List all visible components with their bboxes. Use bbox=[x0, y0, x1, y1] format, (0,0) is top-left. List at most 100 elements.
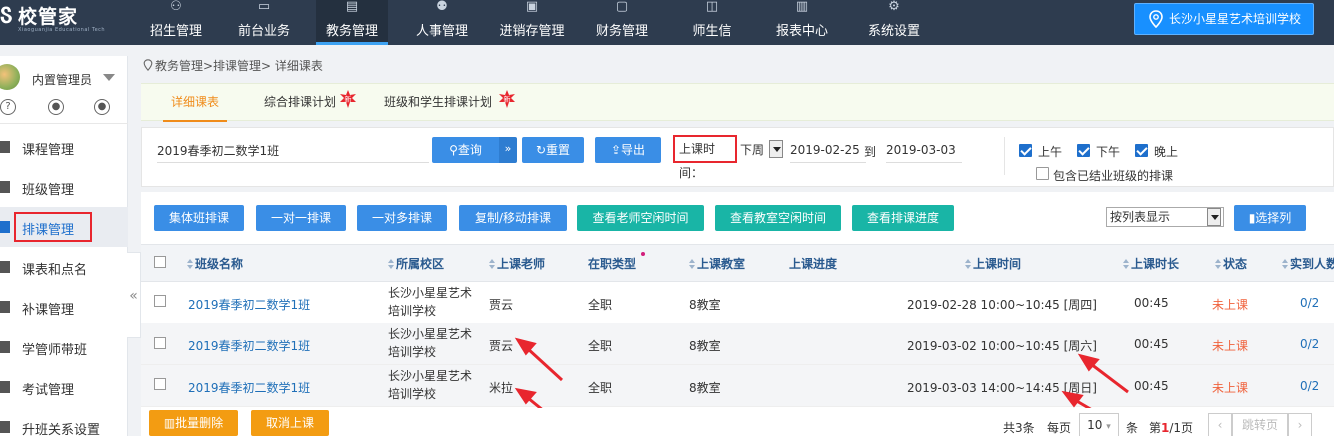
school-selector-button[interactable]: 长沙小星星艺术培训学校 bbox=[1134, 3, 1314, 35]
column-header-employment[interactable]: 在职类型 bbox=[588, 255, 636, 272]
prev-page-button[interactable]: ‹ bbox=[1208, 413, 1232, 436]
message-icon[interactable]: ● bbox=[94, 99, 110, 115]
row-checkbox[interactable] bbox=[154, 378, 166, 390]
column-header-campus[interactable]: 所属校区 bbox=[388, 255, 444, 272]
class-name-link[interactable]: 2019春季初二数学1班 bbox=[188, 296, 310, 313]
column-header-teacher[interactable]: 上课老师 bbox=[489, 255, 545, 272]
query-options-chevron-icon[interactable]: » bbox=[499, 137, 517, 163]
column-header-duration[interactable]: 上课时长 bbox=[1123, 255, 1179, 272]
one-to-many-schedule-button[interactable]: 一对多排课 bbox=[357, 205, 447, 231]
total-count: 共3条 bbox=[1003, 421, 1035, 435]
to-label: 到 bbox=[864, 145, 877, 159]
help-icon[interactable]: ? bbox=[0, 99, 16, 115]
employment-cell: 全职 bbox=[588, 339, 613, 353]
nav-item-academic[interactable]: ▤ 教务管理 bbox=[316, 0, 388, 45]
location-pin-icon bbox=[1149, 10, 1163, 28]
copy-move-schedule-button[interactable]: 复制/移动排课 bbox=[459, 205, 567, 231]
campus-cell: 长沙小星星艺术 培训学校 bbox=[388, 327, 473, 359]
jump-page-button[interactable]: 跳转页 bbox=[1232, 413, 1288, 436]
column-header-room[interactable]: 上课教室 bbox=[689, 255, 745, 272]
sidebar: 内置管理员 ? ● ● 课程管理 班级管理 排课管理 课表和点名 补课管理 学管… bbox=[0, 56, 128, 436]
batch-delete-button[interactable]: ▥批量删除 bbox=[149, 410, 238, 436]
exam-icon bbox=[0, 381, 10, 393]
next-page-button[interactable]: › bbox=[1288, 413, 1312, 436]
user-add-icon: ⚇ bbox=[170, 0, 182, 14]
sort-icon bbox=[489, 259, 495, 269]
nav-item-front-desk[interactable]: ▭ 前台业务 bbox=[228, 0, 300, 45]
class-search-input[interactable]: 2019春季初二数学1班 bbox=[157, 141, 429, 163]
tab-combined-plan[interactable]: 综合排课计划 bbox=[264, 84, 336, 122]
afternoon-checkbox[interactable] bbox=[1077, 144, 1090, 157]
clipboard-icon: ▤ bbox=[345, 0, 359, 14]
query-button[interactable]: ⚲查询 bbox=[432, 137, 499, 163]
teacher-free-time-button[interactable]: 查看老师空闲时间 bbox=[577, 205, 704, 231]
sidebar-item-exams[interactable]: 考试管理 bbox=[0, 367, 128, 407]
select-all-checkbox[interactable] bbox=[154, 256, 166, 268]
tab-class-student-plan[interactable]: 班级和学生排课计划 bbox=[384, 84, 492, 122]
avatar[interactable] bbox=[0, 64, 20, 90]
tab-detailed-schedule[interactable]: 详细课表 bbox=[163, 84, 227, 122]
sidebar-collapse-button[interactable]: « bbox=[127, 252, 141, 338]
morning-label: 上午 bbox=[1038, 145, 1063, 159]
attendance-link[interactable]: 0/2 bbox=[1300, 296, 1319, 310]
nav-item-reports[interactable]: ▥ 报表中心 bbox=[768, 0, 836, 45]
repair-icon bbox=[0, 301, 10, 313]
sidebar-item-makeup[interactable]: 补课管理 bbox=[0, 287, 128, 327]
chevron-down-icon[interactable] bbox=[103, 74, 115, 81]
duration-cell: 00:45 bbox=[1134, 379, 1169, 393]
select-columns-button[interactable]: ▮选择列 bbox=[1234, 205, 1306, 231]
school-name: 长沙小星星艺术培训学校 bbox=[1169, 12, 1302, 26]
time-cell: 2019-02-28 10:00~10:45 [周四] bbox=[907, 298, 1097, 312]
reset-button[interactable]: ↻重置 bbox=[522, 137, 584, 163]
column-header-status[interactable]: 状态 bbox=[1215, 255, 1247, 272]
date-to-input[interactable]: 2019-03-03 bbox=[886, 141, 962, 163]
group-class-schedule-button[interactable]: 集体班排课 bbox=[154, 205, 244, 231]
attendance-link[interactable]: 0/2 bbox=[1300, 379, 1319, 393]
cancel-class-button[interactable]: 取消上课 bbox=[251, 410, 329, 436]
week-select[interactable]: 下周 bbox=[740, 141, 764, 158]
logo[interactable]: Ⴝ 校管家 Xiaoguanjia Educational Tech bbox=[0, 0, 120, 45]
nav-item-settings[interactable]: ⚙ 系统设置 bbox=[860, 0, 928, 45]
row-checkbox[interactable] bbox=[154, 337, 166, 349]
nav-item-hr[interactable]: ⚉ 人事管理 bbox=[406, 0, 478, 45]
campus-cell: 长沙小星星艺术 培训学校 bbox=[388, 369, 473, 401]
nav-item-finance[interactable]: ▢ 财务管理 bbox=[588, 0, 656, 45]
column-header-progress[interactable]: 上课进度 bbox=[789, 255, 837, 272]
user-name[interactable]: 内置管理员 bbox=[32, 71, 92, 88]
include-finished-checkbox[interactable] bbox=[1036, 167, 1049, 180]
class-name-link[interactable]: 2019春季初二数学1班 bbox=[188, 337, 310, 354]
row-checkbox[interactable] bbox=[154, 295, 166, 307]
svg-text:新: 新 bbox=[504, 95, 511, 104]
column-header-time[interactable]: 上课时间 bbox=[965, 255, 1021, 272]
evening-checkbox[interactable] bbox=[1135, 144, 1148, 157]
sidebar-item-courses[interactable]: 课程管理 bbox=[0, 127, 128, 167]
room-free-time-button[interactable]: 查看教室空闲时间 bbox=[715, 205, 841, 231]
sort-icon bbox=[965, 259, 971, 269]
refresh-icon: ↻ bbox=[535, 143, 547, 157]
column-header-class[interactable]: 班级名称 bbox=[187, 255, 243, 272]
class-name-link[interactable]: 2019春季初二数学1班 bbox=[188, 379, 310, 396]
attendance-link[interactable]: 0/2 bbox=[1300, 337, 1319, 351]
one-on-one-schedule-button[interactable]: 一对一排课 bbox=[256, 205, 346, 231]
sidebar-item-tutor[interactable]: 学管师带班 bbox=[0, 327, 128, 367]
nav-item-inventory[interactable]: ▣ 进销存管理 bbox=[494, 0, 570, 45]
sidebar-item-promotion[interactable]: 升班关系设置 bbox=[0, 407, 128, 436]
sidebar-item-timetable[interactable]: 课表和点名 bbox=[0, 247, 128, 287]
dropdown-arrow-icon[interactable] bbox=[769, 140, 783, 158]
nav-item-messages[interactable]: ◫ 师生信 bbox=[684, 0, 740, 45]
date-from-input[interactable]: 2019-02-25 bbox=[790, 141, 866, 163]
include-finished-label: 包含已结业班级的排课 bbox=[1053, 169, 1174, 183]
morning-checkbox[interactable] bbox=[1019, 144, 1032, 157]
status-cell: 未上课 bbox=[1212, 298, 1249, 312]
monitor-icon: ▢ bbox=[615, 0, 629, 14]
per-page-select[interactable]: 10 ▾ bbox=[1079, 413, 1119, 436]
column-header-attendance[interactable]: 实到人数 bbox=[1282, 255, 1334, 272]
schedule-progress-button[interactable]: 查看排课进度 bbox=[852, 205, 954, 231]
nav-item-enrollment[interactable]: ⚇ 招生管理 bbox=[140, 0, 212, 45]
chart-icon: ▥ bbox=[795, 0, 809, 14]
dropdown-arrow-icon[interactable] bbox=[1207, 208, 1221, 226]
bell-icon[interactable]: ● bbox=[48, 99, 64, 115]
export-button[interactable]: ⇪导出 bbox=[595, 137, 661, 163]
sidebar-item-classes[interactable]: 班级管理 bbox=[0, 167, 128, 207]
sort-icon bbox=[1123, 259, 1129, 269]
